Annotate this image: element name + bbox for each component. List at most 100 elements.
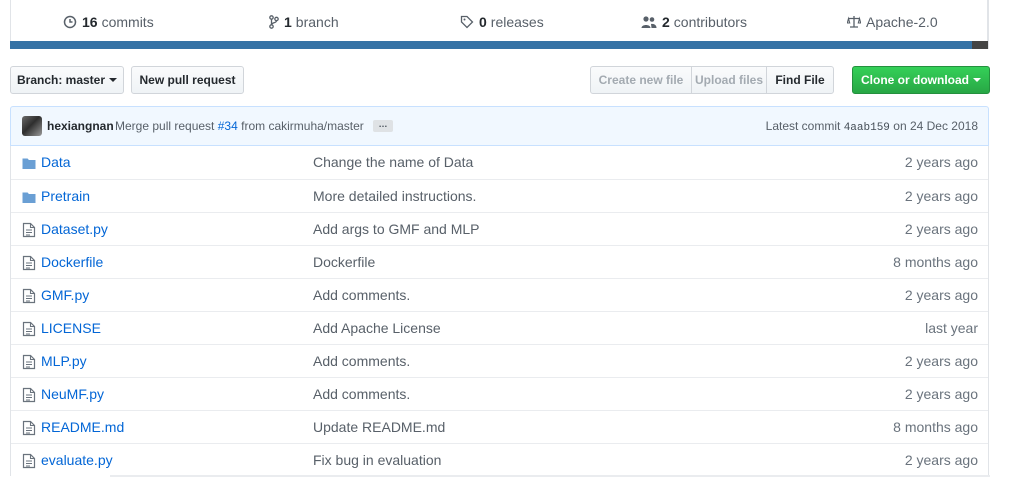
file-icon	[22, 387, 36, 403]
avatar[interactable]	[22, 116, 42, 136]
file-commit-age: last year	[925, 320, 978, 336]
file-commit-message[interactable]: Change the name of Data	[313, 154, 473, 170]
file-commit-age: 2 years ago	[904, 188, 978, 204]
table-row[interactable]: GMF.py Add comments. 2 years ago	[11, 278, 988, 311]
find-file-label: Find File	[775, 73, 825, 87]
table-row[interactable]: MLP.py Add comments. 2 years ago	[11, 344, 988, 377]
commits-label: commits	[101, 14, 154, 30]
git-branch-icon	[269, 15, 279, 29]
file-commit-message[interactable]: More detailed instructions.	[313, 188, 476, 204]
commits-link[interactable]: 16 commits	[63, 12, 154, 32]
table-row[interactable]: evaluate.py Fix bug in evaluation 2 years …	[11, 443, 988, 476]
file-icon	[22, 222, 36, 238]
language-bar[interactable]	[10, 41, 988, 49]
caret-down-icon	[973, 78, 981, 82]
folder-icon	[22, 192, 36, 203]
file-name-link[interactable]: NeuMF.py	[41, 386, 104, 402]
file-commit-message[interactable]: Add comments.	[313, 353, 410, 369]
commits-count: 16	[82, 14, 98, 30]
file-commit-message[interactable]: Add args to GMF and MLP	[313, 221, 480, 237]
file-actions-group: Create new file Upload files Find File	[590, 66, 846, 94]
folder-icon	[22, 158, 36, 169]
file-name-link[interactable]: Dockerfile	[41, 254, 103, 270]
contributors-link[interactable]: 2 contributors	[641, 12, 747, 32]
releases-link[interactable]: 0 releases	[460, 12, 544, 32]
file-commit-age: 8 months ago	[893, 254, 978, 270]
file-commit-age: 2 years ago	[904, 287, 978, 303]
license-label: Apache-2.0	[866, 14, 938, 30]
commit-message-suffix[interactable]: from cakirmuha/master	[241, 119, 364, 133]
branches-label: branch	[295, 14, 339, 30]
file-icon	[22, 321, 36, 337]
create-new-file-label: Create new file	[598, 73, 684, 87]
file-commit-age: 2 years ago	[904, 386, 978, 402]
file-icon	[22, 420, 36, 436]
file-commit-age: 2 years ago	[904, 154, 978, 170]
table-row[interactable]: Data Change the name of Data 2 years ago	[11, 146, 988, 179]
latest-commit-bar: hexiangnan Merge pull request #34 from c…	[10, 106, 989, 146]
file-icon	[22, 453, 36, 469]
file-name-link[interactable]: LICENSE	[41, 320, 101, 336]
file-icon	[22, 354, 36, 370]
table-row[interactable]: Dataset.py Add args to GMF and MLP 2 years…	[11, 212, 988, 245]
divider	[988, 0, 989, 49]
license-link[interactable]: Apache-2.0	[847, 12, 938, 32]
releases-label: releases	[490, 14, 544, 30]
file-commit-age: 2 years ago	[904, 452, 978, 468]
file-icon	[22, 255, 36, 271]
commit-date: on 24 Dec 2018	[893, 119, 978, 133]
file-commit-age: 2 years ago	[904, 221, 978, 237]
divider	[110, 475, 990, 477]
file-commit-message[interactable]: Fix bug in evaluation	[313, 452, 441, 468]
commit-message-prefix[interactable]: Merge pull request	[115, 119, 214, 133]
tag-icon	[460, 15, 474, 29]
file-commit-message[interactable]: Add Apache License	[313, 320, 441, 336]
people-icon	[641, 16, 657, 28]
find-file-button[interactable]: Find File	[766, 66, 834, 94]
table-row[interactable]: NeuMF.py Add comments. 2 years ago	[11, 377, 988, 410]
upload-files-label: Upload files	[694, 73, 763, 87]
latest-commit-info: Latest commit 4aab159 on 24 Dec 2018	[766, 119, 978, 134]
file-icon	[22, 288, 36, 304]
file-commit-message[interactable]: Dockerfile	[313, 254, 375, 270]
law-icon	[847, 16, 861, 28]
contributors-label: contributors	[673, 14, 747, 30]
contributors-count: 2	[662, 14, 670, 30]
table-row[interactable]: Dockerfile Dockerfile 8 months ago	[11, 245, 988, 278]
file-name-link[interactable]: README.md	[41, 419, 124, 435]
clone-or-download-label: Clone or download	[861, 73, 969, 87]
file-name-link[interactable]: MLP.py	[41, 353, 87, 369]
history-icon	[63, 15, 77, 29]
file-commit-age: 8 months ago	[893, 419, 978, 435]
commit-message[interactable]: Merge pull request #34 from cakirmuha/ma…	[115, 119, 364, 133]
table-row[interactable]: README.md Update README.md 8 months ago	[11, 410, 988, 443]
language-bar-other[interactable]	[972, 41, 988, 49]
commit-author[interactable]: hexiangnan	[47, 119, 114, 133]
expand-commit-button[interactable]: …	[373, 120, 393, 132]
pull-request-link[interactable]: #34	[218, 119, 238, 133]
branch-select-button[interactable]: Branch: master	[10, 66, 124, 94]
file-name-link[interactable]: Pretrain	[41, 188, 90, 204]
upload-files-button[interactable]: Upload files	[691, 66, 767, 94]
file-commit-message[interactable]: Add comments.	[313, 386, 410, 402]
file-commit-message[interactable]: Update README.md	[313, 419, 445, 435]
clone-or-download-button[interactable]: Clone or download	[852, 66, 990, 94]
branches-count: 1	[284, 14, 292, 30]
branches-link[interactable]: 1 branch	[269, 12, 339, 32]
table-row[interactable]: Pretrain More detailed instructions. 2 yea…	[11, 179, 988, 212]
latest-commit-label: Latest commit	[765, 119, 841, 133]
commit-sha-link[interactable]: 4aab159	[844, 122, 890, 134]
file-name-link[interactable]: Dataset.py	[41, 221, 108, 237]
branch-select-label: Branch: master	[16, 73, 106, 87]
file-commit-age: 2 years ago	[904, 353, 978, 369]
file-list: Data Change the name of Data 2 years ago Pr…	[10, 146, 989, 476]
file-name-link[interactable]: evaluate.py	[41, 452, 113, 468]
file-commit-message[interactable]: Add comments.	[313, 287, 410, 303]
table-row[interactable]: LICENSE Add Apache License last year	[11, 311, 988, 344]
releases-count: 0	[479, 14, 487, 30]
file-name-link[interactable]: GMF.py	[41, 287, 89, 303]
new-pull-request-button[interactable]: New pull request	[131, 66, 244, 94]
create-new-file-button[interactable]: Create new file	[590, 66, 692, 94]
file-name-link[interactable]: Data	[41, 154, 71, 170]
caret-down-icon	[109, 78, 118, 82]
